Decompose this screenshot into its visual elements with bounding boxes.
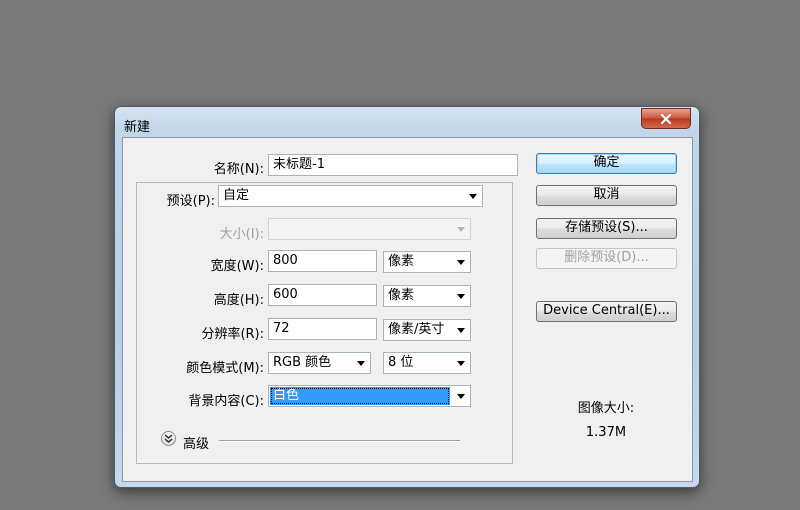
chevron-down-icon bbox=[457, 361, 465, 366]
delete-preset-button: 删除预设(D)... bbox=[536, 248, 677, 269]
background-select[interactable]: 白色 bbox=[268, 385, 471, 407]
chevron-down-icon bbox=[357, 361, 365, 366]
chevron-down-icon bbox=[457, 294, 465, 299]
height-unit-value: 像素 bbox=[388, 288, 415, 303]
dialog-titlebar[interactable]: 新建 bbox=[115, 107, 699, 139]
advanced-divider bbox=[219, 440, 460, 442]
double-chevron-down-icon bbox=[164, 434, 173, 443]
resolution-label: 分辨率(R): bbox=[201, 327, 264, 342]
preset-select[interactable]: 自定 bbox=[218, 185, 483, 207]
dialog-body: 名称(N): 未标题-1 预设(P): 自定 大小(I): 宽度(W): 800… bbox=[122, 137, 693, 482]
color-mode-label: 颜色模式(M): bbox=[186, 361, 264, 376]
advanced-expand-button[interactable] bbox=[161, 431, 176, 446]
size-select bbox=[268, 218, 471, 240]
ok-button[interactable]: 确定 bbox=[536, 153, 677, 174]
chevron-down-icon bbox=[469, 194, 477, 199]
chevron-down-icon bbox=[457, 227, 465, 232]
bit-depth-value: 8 位 bbox=[388, 355, 414, 370]
resolution-unit-select[interactable]: 像素/英寸 bbox=[383, 319, 471, 341]
image-size-value: 1.37M bbox=[585, 425, 627, 440]
cancel-button[interactable]: 取消 bbox=[536, 185, 677, 206]
name-input[interactable]: 未标题-1 bbox=[268, 154, 518, 176]
chevron-down-icon bbox=[457, 260, 465, 265]
new-document-dialog: 新建 名称(N): 未标题-1 预设(P): 自定 大小(I): 宽度(W): … bbox=[114, 106, 700, 488]
dialog-title: 新建 bbox=[124, 120, 151, 135]
color-mode-value: RGB 颜色 bbox=[273, 355, 332, 370]
width-input[interactable]: 800 bbox=[268, 250, 377, 272]
height-unit-select[interactable]: 像素 bbox=[383, 285, 471, 307]
resolution-input[interactable]: 72 bbox=[268, 318, 377, 340]
preset-label: 预设(P): bbox=[143, 190, 218, 209]
advanced-label[interactable]: 高级 bbox=[183, 433, 209, 452]
name-label: 名称(N): bbox=[213, 162, 264, 177]
close-icon bbox=[660, 113, 672, 124]
width-unit-value: 像素 bbox=[388, 254, 415, 269]
device-central-button[interactable]: Device Central(E)... bbox=[536, 301, 677, 322]
bit-depth-select[interactable]: 8 位 bbox=[383, 352, 471, 374]
width-label: 宽度(W): bbox=[210, 259, 264, 274]
height-input[interactable]: 600 bbox=[268, 284, 377, 306]
background-label: 背景内容(C): bbox=[188, 394, 264, 409]
image-size-label: 图像大小: bbox=[577, 401, 635, 416]
close-button[interactable] bbox=[641, 108, 691, 129]
color-mode-select[interactable]: RGB 颜色 bbox=[268, 352, 371, 374]
save-preset-button[interactable]: 存储预设(S)... bbox=[536, 218, 677, 239]
background-value: 白色 bbox=[270, 387, 450, 405]
chevron-down-icon bbox=[457, 394, 465, 399]
preset-value: 自定 bbox=[223, 188, 250, 203]
height-label: 高度(H): bbox=[213, 293, 264, 308]
chevron-down-icon bbox=[457, 328, 465, 333]
size-label: 大小(I): bbox=[219, 227, 264, 242]
resolution-unit-value: 像素/英寸 bbox=[388, 322, 445, 337]
width-unit-select[interactable]: 像素 bbox=[383, 251, 471, 273]
